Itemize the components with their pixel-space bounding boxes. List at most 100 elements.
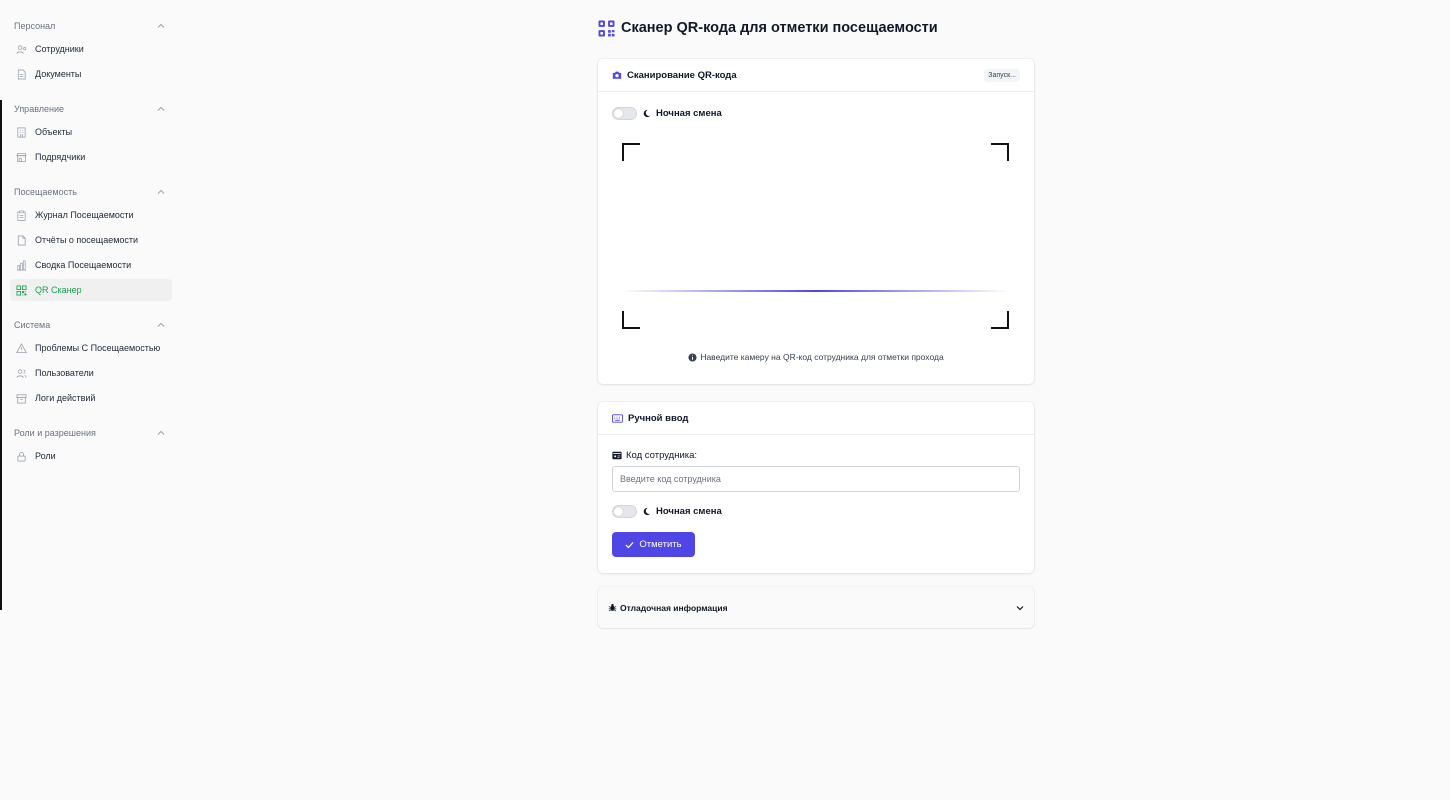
chevron-up-icon (157, 430, 165, 435)
manual-entry-card: Ручной ввод Код сотрудника: Ночная смена… (598, 402, 1034, 573)
moon-icon (643, 507, 651, 516)
debug-info-toggle[interactable]: Отладочная информация (598, 587, 1034, 628)
sidebar-item-action-logs[interactable]: Логи действий (10, 387, 172, 409)
sidebar-group-title: Посещаемость (14, 187, 77, 197)
night-shift-toggle[interactable] (612, 107, 637, 120)
sidebar-item-users[interactable]: Пользователи (10, 362, 172, 384)
chevron-down-icon (1016, 605, 1024, 610)
chevron-up-icon (157, 322, 165, 327)
sidebar-item-label: Логи действий (35, 393, 96, 403)
scan-frame-corner (991, 143, 1009, 161)
sidebar-item-label: Документы (35, 69, 82, 79)
users-cog-icon (16, 44, 27, 54)
sidebar-item-label: Проблемы С Посещаемостью (35, 343, 161, 353)
submit-mark-button[interactable]: Отметить (612, 532, 695, 557)
debug-info-title: Отладочная информация (608, 603, 728, 613)
scan-frame-corner (622, 143, 640, 161)
employee-code-label-text: Код сотрудника: (626, 450, 698, 461)
manual-card-title-text: Ручной ввод (628, 412, 689, 424)
night-shift-row: Ночная смена (612, 107, 722, 120)
camera-icon (612, 71, 622, 79)
bug-icon (608, 603, 617, 612)
sidebar-item-label: Журнал Посещаемости (35, 210, 134, 220)
sidebar-item-label: Объекты (35, 127, 73, 137)
sidebar-item-label: Роли (35, 451, 56, 461)
sidebar-group-header[interactable]: Управление (0, 99, 180, 119)
manual-card-title: Ручной ввод (612, 413, 688, 424)
night-shift-label: Ночная смена (656, 108, 722, 119)
sidebar-group-attendance: Посещаемость Журнал Посещаемости Отчёты … (0, 182, 180, 301)
bar-chart-icon (16, 260, 27, 270)
sidebar-item-attendance-summary[interactable]: Сводка Посещаемости (10, 254, 172, 276)
keyboard-icon (612, 413, 623, 423)
scan-frame-corner (622, 311, 640, 329)
scanner-status-button[interactable]: Запуск... (984, 68, 1020, 82)
sidebar-group-header[interactable]: Система (0, 315, 180, 335)
sidebar-group-system: Система Проблемы С Посещаемостью Пользов… (0, 315, 180, 409)
sidebar-item-attendance-journal[interactable]: Журнал Посещаемости (10, 204, 172, 226)
scan-card-title: Сканирование QR-кода (612, 70, 737, 81)
scan-hint-text: Наведите камеру на QR-код сотрудника для… (700, 352, 944, 362)
sidebar-item-contractors[interactable]: Подрядчики (10, 146, 172, 168)
sidebar-group-personnel: Персонал Сотрудники Документы (0, 16, 180, 85)
sidebar-group-management: Управление Объекты Подрядчики (0, 99, 180, 168)
employee-code-input[interactable] (612, 466, 1020, 492)
warning-icon (16, 342, 27, 353)
moon-icon (643, 109, 651, 118)
app: Персонал Сотрудники Документы Управление… (0, 0, 1450, 800)
scan-line (622, 290, 1009, 292)
document-icon (17, 69, 26, 79)
sidebar-item-label: Пользователи (35, 368, 94, 378)
manual-night-shift-toggle[interactable] (612, 505, 637, 518)
clipboard-icon (17, 210, 26, 221)
chevron-up-icon (157, 189, 165, 194)
check-icon (625, 541, 634, 548)
building-icon (17, 127, 26, 137)
camera-viewport (622, 143, 1009, 329)
store-icon (16, 152, 27, 162)
sidebar-group-title: Персонал (14, 21, 56, 31)
users-icon (16, 368, 27, 378)
sidebar-group-roles: Роли и разрешения Роли (0, 423, 180, 467)
info-icon (688, 352, 697, 362)
debug-info-title-text: Отладочная информация (620, 602, 728, 613)
submit-mark-label: Отметить (639, 539, 682, 550)
sidebar-item-attendance-reports[interactable]: Отчёты о посещаемости (10, 229, 172, 251)
sidebar-item-label: Отчёты о посещаемости (35, 235, 139, 245)
scan-card-header: Сканирование QR-кода Запуск... (598, 59, 1034, 92)
chevron-up-icon (157, 23, 165, 28)
sidebar-item-label: Сотрудники (35, 44, 84, 54)
page-title: Сканер QR-кода для отметки посещаемости (598, 18, 938, 38)
lock-icon (17, 451, 26, 461)
sidebar-item-label: QR Сканер (35, 285, 82, 295)
sidebar-item-qr-scanner[interactable]: QR Сканер (10, 279, 172, 301)
qr-icon (16, 285, 27, 295)
id-card-icon (612, 451, 622, 460)
sidebar-item-documents[interactable]: Документы (10, 63, 172, 85)
chevron-up-icon (157, 106, 165, 111)
scan-frame-corner (991, 311, 1009, 329)
sidebar-item-objects[interactable]: Объекты (10, 121, 172, 143)
manual-card-header: Ручной ввод (598, 402, 1034, 435)
sidebar-item-employees[interactable]: Сотрудники (10, 38, 172, 60)
manual-night-shift-label: Ночная смена (656, 506, 722, 517)
sidebar-group-header[interactable]: Посещаемость (0, 182, 180, 202)
page-title-text: Сканер QR-кода для отметки посещаемости (621, 20, 938, 36)
sidebar-group-title: Система (14, 320, 51, 330)
sidebar-item-attendance-issues[interactable]: Проблемы С Посещаемостью (10, 337, 172, 359)
sidebar-group-header[interactable]: Роли и разрешения (0, 423, 180, 443)
sidebar-item-label: Сводка Посещаемости (35, 260, 132, 270)
sidebar-group-title: Управление (14, 104, 65, 114)
logs-icon (16, 393, 27, 403)
sidebar-item-label: Подрядчики (35, 152, 86, 162)
sidebar-group-header[interactable]: Персонал (0, 16, 180, 36)
scan-hint: Наведите камеру на QR-код сотрудника для… (598, 352, 1034, 362)
sidebar-group-title: Роли и разрешения (14, 428, 96, 438)
scan-card: Сканирование QR-кода Запуск... Ночная см… (598, 59, 1034, 384)
manual-night-shift-row: Ночная смена (612, 505, 722, 518)
sidebar-item-roles[interactable]: Роли (10, 445, 172, 467)
file-icon (17, 235, 26, 245)
employee-code-label: Код сотрудника: (612, 450, 697, 461)
qr-code-icon (598, 20, 615, 36)
sidebar: Персонал Сотрудники Документы Управление… (0, 0, 180, 800)
